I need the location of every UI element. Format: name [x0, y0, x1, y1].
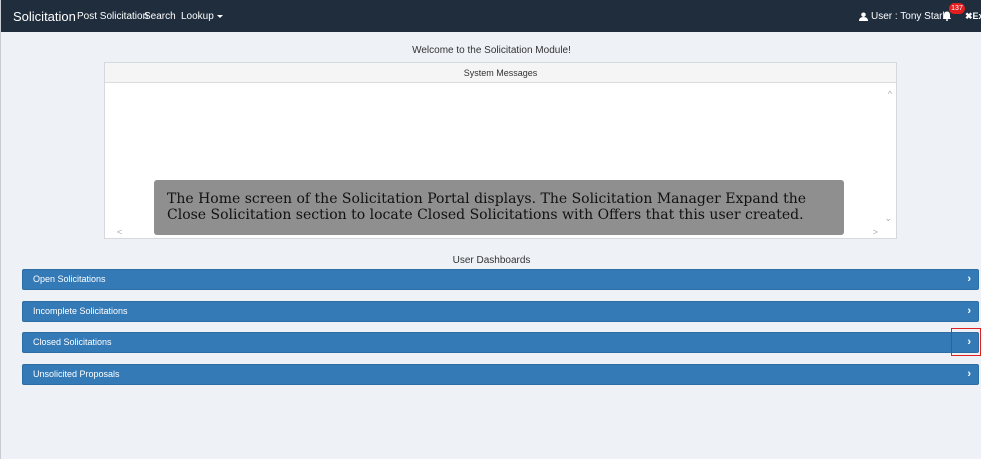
dashboards-title: User Dashboards — [452, 255, 531, 266]
nav-lookup[interactable]: Lookup — [181, 11, 223, 22]
user-icon — [859, 12, 868, 21]
chevron-right-icon[interactable]: › — [967, 270, 971, 289]
exit-label: Ex — [972, 11, 981, 21]
close-icon: ✖ — [965, 11, 973, 21]
system-messages-title: System Messages — [105, 63, 896, 83]
notification-badge: 137 — [949, 3, 965, 14]
highlight-box — [951, 328, 981, 356]
scroll-up-icon[interactable]: ^ — [888, 89, 892, 99]
chevron-right-icon[interactable]: › — [967, 365, 971, 384]
dashboard-label: Incomplete Solicitations — [33, 306, 128, 316]
user-label: User : Tony Stark — [871, 11, 948, 22]
top-navbar: Solicitation Post Solicitation Search Lo… — [1, 0, 981, 32]
welcome-heading: Welcome to the Solicitation Module! — [412, 45, 571, 56]
scroll-down-icon[interactable]: ⌄ — [884, 213, 892, 224]
user-menu[interactable]: User : Tony Stark — [859, 11, 948, 22]
brand-link[interactable]: Solicitation — [13, 9, 76, 24]
chevron-down-icon — [216, 14, 223, 18]
tutorial-caption: The Home screen of the Solicitation Port… — [154, 180, 844, 235]
dashboard-unsolicited-proposals[interactable]: Unsolicited Proposals › — [22, 364, 979, 385]
dashboard-label: Unsolicited Proposals — [33, 369, 120, 379]
exit-link[interactable]: ✖Ex — [965, 11, 981, 22]
dashboard-label: Open Solicitations — [33, 274, 106, 284]
nav-post-solicitation[interactable]: Post Solicitation — [77, 11, 148, 22]
dashboard-incomplete-solicitations[interactable]: Incomplete Solicitations › — [22, 301, 979, 322]
chevron-right-icon[interactable]: › — [967, 302, 971, 321]
dashboard-open-solicitations[interactable]: Open Solicitations › — [22, 269, 979, 290]
nav-search[interactable]: Search — [144, 11, 176, 22]
dashboard-label: Closed Solicitations — [33, 337, 112, 347]
scroll-left-icon[interactable]: < — [117, 227, 122, 237]
dashboard-closed-solicitations[interactable]: Closed Solicitations › — [22, 332, 979, 353]
nav-lookup-label: Lookup — [181, 11, 214, 22]
scroll-right-icon[interactable]: > — [873, 227, 878, 237]
page-frame: Solicitation Post Solicitation Search Lo… — [0, 0, 981, 459]
